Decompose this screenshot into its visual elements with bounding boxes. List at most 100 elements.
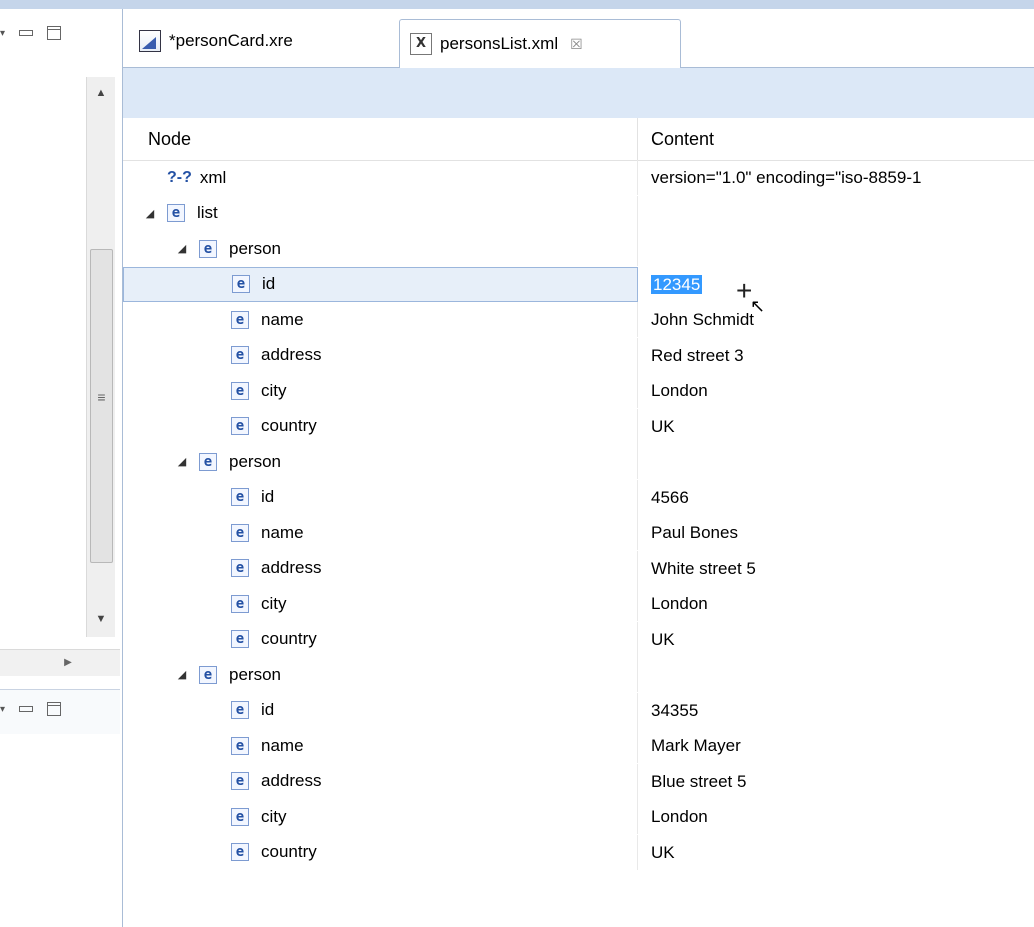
content-cell[interactable] (638, 444, 651, 479)
node-cell[interactable]: e id (123, 692, 638, 728)
table-header: Node Content (123, 118, 1034, 161)
table-row[interactable]: e country UK (123, 621, 1034, 657)
scroll-down-arrow-icon[interactable]: ▼ (87, 607, 115, 631)
table-row[interactable]: e address White street 5 (123, 550, 1034, 586)
content-cell[interactable]: 34355 (638, 693, 698, 728)
table-row[interactable]: e country UK (123, 408, 1034, 444)
expand-collapse-icon[interactable]: ◢ (175, 242, 189, 255)
expand-collapse-icon[interactable]: ◢ (143, 207, 157, 220)
content-cell[interactable] (638, 196, 651, 231)
content-cell[interactable]: UK (638, 409, 675, 444)
node-cell[interactable]: ◢ e person (123, 231, 638, 266)
left-top-view-controls: ▾ (0, 26, 62, 40)
node-cell[interactable]: e city (123, 373, 638, 408)
tab-person-card[interactable]: *personCard.xre (129, 19, 419, 63)
element-icon: e (231, 807, 249, 826)
table-row[interactable]: e id 12345 (123, 266, 1034, 302)
tab-persons-list[interactable]: X personsList.xml ☒ (399, 19, 681, 69)
content-value: London (651, 594, 708, 613)
expand-collapse-icon[interactable]: ◢ (175, 668, 189, 681)
content-cell[interactable]: London (638, 586, 708, 621)
node-label: name (261, 309, 304, 329)
table-row[interactable]: e address Red street 3 (123, 337, 1034, 373)
left-vertical-scrollbar[interactable]: ▲ ≡ ▼ (86, 77, 115, 637)
table-row[interactable]: e country UK (123, 834, 1034, 870)
content-cell[interactable]: UK (638, 622, 675, 657)
node-label: list (197, 203, 218, 222)
element-icon: e (199, 239, 217, 258)
left-horizontal-scrollbar[interactable]: ▶ (0, 649, 120, 676)
table-row[interactable]: e city London (123, 373, 1034, 408)
scroll-thumb[interactable]: ≡ (90, 249, 113, 563)
content-cell[interactable]: 4566 (638, 480, 689, 515)
table-row[interactable]: ◢ e list (123, 195, 1034, 231)
scroll-right-arrow-icon[interactable]: ▶ (58, 650, 78, 676)
content-cell[interactable]: Paul Bones (638, 515, 738, 550)
node-cell[interactable]: e address (123, 550, 638, 586)
content-value: John Schmidt (651, 310, 754, 329)
view-menu-icon[interactable]: ▾ (0, 28, 5, 39)
node-cell[interactable]: ?-? xml (123, 160, 638, 195)
node-cell[interactable]: e city (123, 799, 638, 834)
content-cell[interactable]: Blue street 5 (638, 764, 746, 799)
node-cell[interactable]: e name (123, 515, 638, 550)
node-cell[interactable]: e name (123, 728, 638, 763)
view-menu-icon[interactable]: ▾ (0, 704, 5, 715)
table-row[interactable]: e city London (123, 586, 1034, 621)
content-cell[interactable]: Red street 3 (638, 338, 744, 373)
minimize-icon[interactable] (19, 30, 34, 36)
table-row[interactable]: e id 4566 (123, 479, 1034, 515)
content-value-selected[interactable]: 12345 (651, 274, 703, 294)
node-label: id (261, 487, 275, 506)
content-cell[interactable]: London (638, 373, 708, 408)
table-row[interactable]: e id 34355 (123, 692, 1034, 728)
table-row[interactable]: ◢ e person (123, 444, 1034, 479)
content-cell[interactable] (638, 231, 651, 266)
node-cell[interactable]: e id (123, 266, 638, 302)
xml-file-icon: X (410, 33, 432, 55)
table-row[interactable]: ?-? xml version="1.0" encoding="iso-8859-1 (123, 160, 1034, 195)
maximize-icon[interactable] (47, 702, 62, 716)
node-cell[interactable]: e city (123, 586, 638, 621)
expand-collapse-icon[interactable]: ◢ (175, 455, 189, 468)
content-cell[interactable]: London (638, 799, 708, 834)
table-row[interactable]: e name Paul Bones (123, 515, 1034, 550)
node-cell[interactable]: ◢ e list (123, 195, 638, 231)
content-cell[interactable]: White street 5 (638, 551, 756, 586)
minimize-icon[interactable] (19, 706, 34, 712)
node-cell[interactable]: e country (123, 408, 638, 444)
node-cell[interactable]: ◢ e person (123, 657, 638, 692)
content-cell[interactable]: John Schmidt (638, 302, 754, 337)
content-cell[interactable]: Mark Mayer (638, 728, 741, 763)
node-cell[interactable]: e country (123, 834, 638, 870)
table-row[interactable]: e address Blue street 5 (123, 763, 1034, 799)
table-row[interactable]: e name John Schmidt (123, 302, 1034, 337)
content-cell[interactable]: version="1.0" encoding="iso-8859-1 (638, 160, 921, 195)
content-cell[interactable]: 12345 (638, 267, 703, 302)
node-label: city (261, 380, 287, 400)
editor-toolbar (123, 68, 1034, 118)
element-icon: e (231, 310, 249, 329)
content-cell[interactable] (638, 657, 651, 692)
node-cell[interactable]: e address (123, 337, 638, 373)
node-label: name (261, 735, 304, 755)
node-cell[interactable]: e address (123, 763, 638, 799)
editor-tab-bar: *personCard.xre X personsList.xml ☒ (123, 15, 1034, 69)
column-header-node[interactable]: Node (123, 118, 638, 160)
node-cell[interactable]: e name (123, 302, 638, 337)
table-row[interactable]: ◢ e person (123, 657, 1034, 692)
node-cell[interactable]: e id (123, 479, 638, 515)
close-tab-icon[interactable]: ☒ (570, 36, 583, 53)
maximize-icon[interactable] (47, 26, 62, 40)
element-icon: e (231, 736, 249, 755)
node-cell[interactable]: e country (123, 621, 638, 657)
node-label: city (261, 806, 287, 826)
scroll-up-arrow-icon[interactable]: ▲ (87, 81, 115, 105)
table-row[interactable]: e name Mark Mayer (123, 728, 1034, 763)
content-cell[interactable]: UK (638, 835, 675, 870)
table-row[interactable]: e city London (123, 799, 1034, 834)
node-label: id (262, 274, 276, 293)
table-row[interactable]: ◢ e person (123, 231, 1034, 266)
node-cell[interactable]: ◢ e person (123, 444, 638, 479)
column-header-content[interactable]: Content (638, 118, 714, 160)
